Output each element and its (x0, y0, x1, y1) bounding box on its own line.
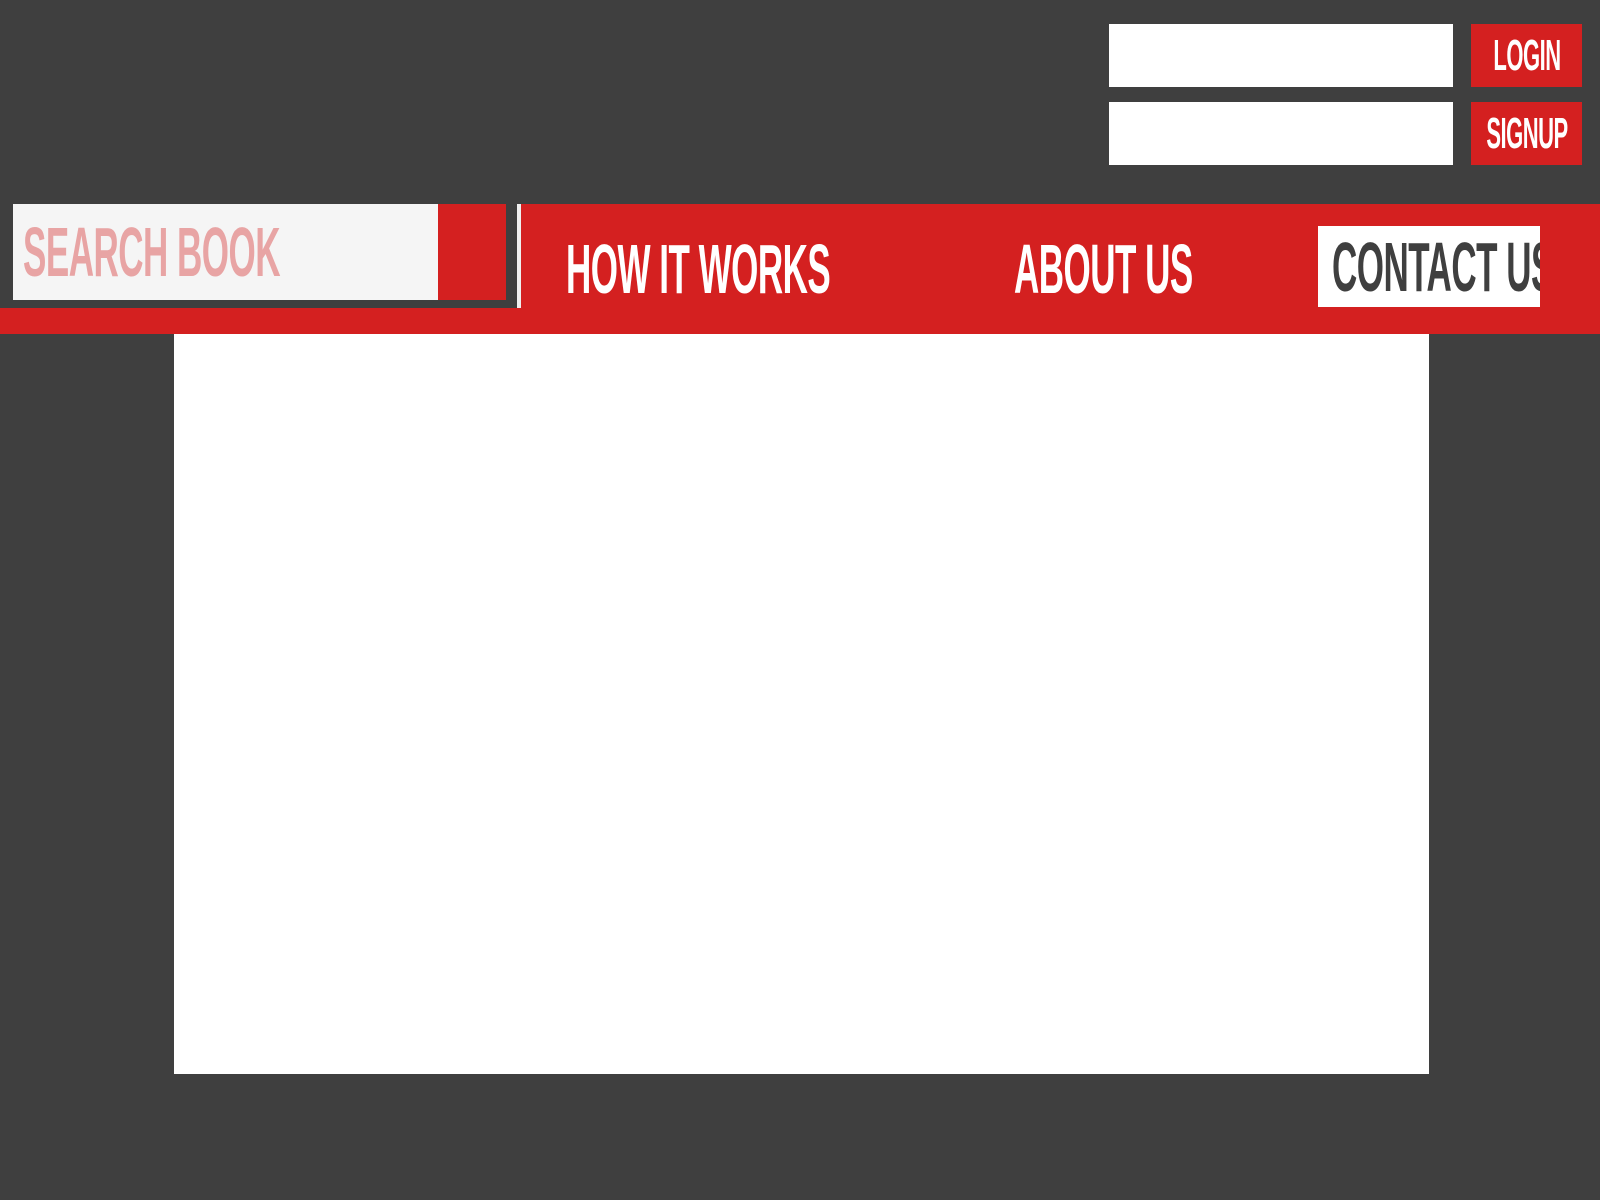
search-placeholder: SEARCH BOOK (23, 213, 281, 291)
nav-how-it-works-label: HOW IT WORKS (566, 230, 831, 308)
nav-contact-us-label: CONTACT US (1332, 227, 1540, 306)
nav-about-us-label: ABOUT US (1014, 230, 1193, 308)
nav-about-us[interactable]: ABOUT US (1014, 230, 1204, 308)
nav-contact-us[interactable]: CONTACT US (1318, 226, 1540, 307)
signup-button-label: SIGNUP (1485, 108, 1568, 158)
nav-divider (517, 204, 521, 308)
search-button[interactable] (438, 204, 506, 300)
search-input[interactable]: SEARCH BOOK (13, 204, 438, 300)
signup-button[interactable]: SIGNUP (1471, 102, 1582, 165)
content-panel (174, 334, 1429, 1074)
app-root: LOGIN SIGNUP SEARCH BOOK HOW IT WORKS AB… (0, 0, 1600, 1200)
login-button-label: LOGIN (1492, 30, 1561, 80)
login-button[interactable]: LOGIN (1471, 24, 1582, 87)
nav-how-it-works[interactable]: HOW IT WORKS (566, 230, 831, 308)
username-input[interactable] (1109, 24, 1453, 87)
password-input[interactable] (1109, 102, 1453, 165)
